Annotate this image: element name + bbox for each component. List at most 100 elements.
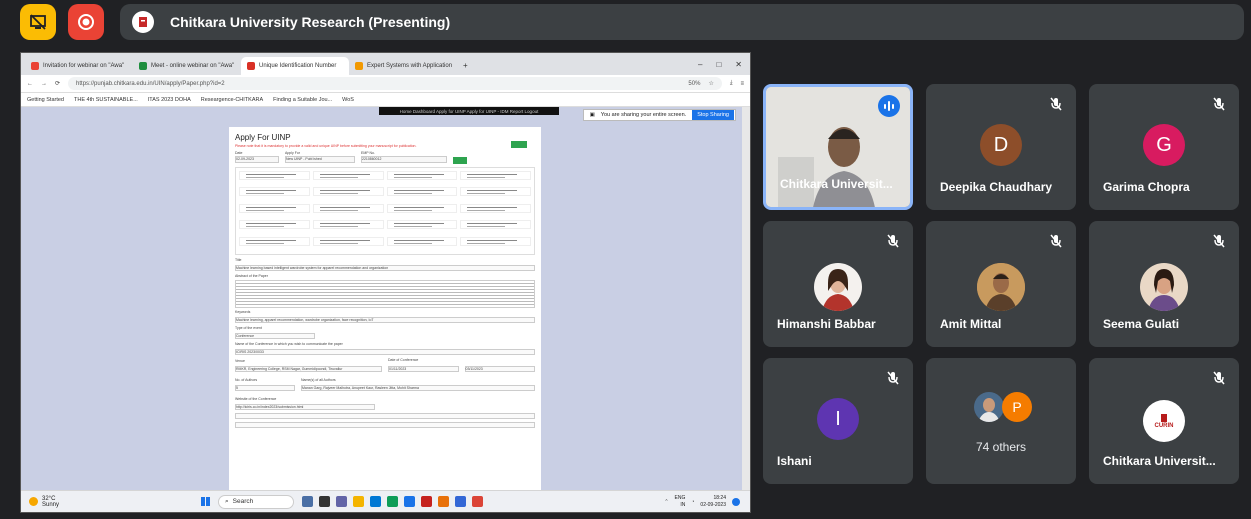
file-explorer-icon[interactable] xyxy=(353,496,364,507)
bookmarks-bar: Getting Started THE 4th SUSTAINABLE... I… xyxy=(21,93,750,107)
site-nav[interactable]: Home Dashboard Apply for UINP Apply for … xyxy=(379,107,559,115)
gmail-icon xyxy=(31,62,39,70)
authors-field[interactable]: 5 xyxy=(235,385,295,391)
participant-tile[interactable]: Chitkara Universit... xyxy=(763,84,913,210)
present-button[interactable] xyxy=(20,4,56,40)
date-label: Date xyxy=(235,151,243,155)
taskbar-search[interactable]: ⌕ Search xyxy=(218,494,294,509)
participant-tile[interactable]: I Ishani xyxy=(763,358,913,484)
screen-share-notice: ▣ You are sharing your entire screen. St… xyxy=(582,109,736,121)
chrome-icon[interactable] xyxy=(387,496,398,507)
page-scrollbar[interactable] xyxy=(742,107,750,490)
keywords-field[interactable]: Machine learning, apparel recommendation… xyxy=(235,317,535,323)
browser-tab-2[interactable]: Meet - online webinar on "Awa" xyxy=(133,57,241,75)
weather-widget[interactable]: 32°C Sunny xyxy=(21,496,201,508)
download-icon[interactable]: ⤓ xyxy=(730,80,733,87)
browser-tab-4[interactable]: Expert Systems with Application xyxy=(349,57,457,75)
title-field[interactable]: Machine learning based intelligent wardr… xyxy=(235,265,535,271)
participant-tile[interactable]: Himanshi Babbar xyxy=(763,221,913,347)
website-field[interactable]: http://iciris.co.in/index2023/submission… xyxy=(235,404,375,410)
venue-field[interactable]: RMKR, Engineering College, RSM Nagar, Gu… xyxy=(235,366,382,372)
menu-icon[interactable]: ≡ xyxy=(740,81,744,87)
minimize-icon[interactable]: – xyxy=(698,60,702,69)
widgets-icon[interactable] xyxy=(319,496,330,507)
bookmark-item[interactable]: Getting Started xyxy=(27,97,64,103)
language[interactable]: ENG xyxy=(675,495,686,502)
tray-overflow-icon[interactable]: ⌃ xyxy=(664,499,668,505)
search-icon: ⌕ xyxy=(225,497,229,505)
maximize-icon[interactable]: □ xyxy=(716,60,721,69)
close-icon[interactable]: ✕ xyxy=(735,60,742,69)
tab-label: Invitation for webinar on "Awa" xyxy=(43,63,125,69)
app-icon[interactable] xyxy=(472,496,483,507)
record-button[interactable] xyxy=(68,4,104,40)
conference-label: Name of the Conference in which you wish… xyxy=(235,342,343,346)
conference-field[interactable]: ICIRIS 2023/0033 xyxy=(235,349,535,355)
mic-off-icon xyxy=(1050,234,1062,248)
mic-off-icon xyxy=(1050,97,1062,111)
notification-icon[interactable] xyxy=(732,497,740,506)
browser-tab-3[interactable]: Unique Identification Number xyxy=(241,57,349,75)
participant-tile[interactable]: Seema Gulati xyxy=(1089,221,1239,347)
bookmark-item[interactable]: Researgence-CHITKARA xyxy=(201,97,263,103)
names-field[interactable]: Manan Garg, Rajveer Malhotra, Anupeet Ka… xyxy=(301,385,535,391)
mic-off-icon xyxy=(1213,234,1225,248)
apply-for-select[interactable]: New UINP - Publ ished xyxy=(285,156,355,163)
windows-start-icon[interactable] xyxy=(201,497,210,506)
url-text: https://punjab.chitkara.edu.in/UIN/apply… xyxy=(76,80,225,87)
form-field[interactable] xyxy=(235,422,535,428)
participant-name: Amit Mittal xyxy=(940,317,1002,331)
browser-tab-1[interactable]: Invitation for webinar on "Awa" xyxy=(25,57,133,75)
bookmark-item[interactable]: THE 4th SUSTAINABLE... xyxy=(74,97,138,103)
date-from-field[interactable]: 01/11/2023 xyxy=(388,366,459,372)
windows-taskbar: 32°C Sunny ⌕ Search ⌃ ENG IN ◔ 18:24 02-09-2… xyxy=(21,490,750,512)
avatar: G xyxy=(1143,124,1185,166)
event-select[interactable]: Conference xyxy=(235,333,315,339)
presenting-banner: Chitkara University Research (Presenting… xyxy=(120,4,1244,40)
stop-sharing-button[interactable]: Stop Sharing xyxy=(692,110,734,120)
acrobat-icon[interactable] xyxy=(421,496,432,507)
new-tab-icon[interactable]: + xyxy=(457,61,474,75)
participant-tile[interactable]: Amit Mittal xyxy=(926,221,1076,347)
go-button[interactable] xyxy=(511,141,527,148)
forward-icon[interactable]: → xyxy=(41,81,47,87)
participant-name: Chitkara Universit... xyxy=(780,177,893,191)
emp-field[interactable]: 2210860012 xyxy=(361,156,447,163)
uinp-form: Apply For UINP Please note that it is ma… xyxy=(229,127,541,490)
participant-name: Garima Chopra xyxy=(1103,180,1190,194)
others-count: 74 others xyxy=(975,440,1027,454)
store-icon[interactable] xyxy=(404,496,415,507)
form-field[interactable] xyxy=(235,413,535,419)
bookmark-item[interactable]: WoS xyxy=(342,97,354,103)
reload-icon[interactable]: ⟳ xyxy=(55,80,60,87)
shared-screen: Invitation for webinar on "Awa" Meet - o… xyxy=(20,52,751,513)
avatar xyxy=(1140,263,1188,311)
bookmark-item[interactable]: Finding a Suitable Jou... xyxy=(273,97,332,103)
participant-tile[interactable]: G Garima Chopra xyxy=(1089,84,1239,210)
firefox-icon[interactable] xyxy=(438,496,449,507)
abstract-textarea[interactable] xyxy=(235,280,535,308)
wifi-icon[interactable]: ◔ xyxy=(691,499,694,505)
submit-emp-button[interactable] xyxy=(453,157,467,164)
teams-icon[interactable] xyxy=(336,496,347,507)
web-page-area: Home Dashboard Apply for UINP Apply for … xyxy=(21,107,750,490)
clock-time[interactable]: 18:24 xyxy=(700,495,726,502)
system-tray: ⌃ ENG IN ◔ 18:24 02-09-2023 xyxy=(664,495,750,509)
task-view-icon[interactable] xyxy=(302,496,313,507)
participant-name: Chitkara Universit... xyxy=(1103,454,1216,468)
mic-off-icon xyxy=(1213,97,1225,111)
app-icon[interactable] xyxy=(455,496,466,507)
others-tile[interactable]: P 74 others xyxy=(926,358,1076,484)
date-to-field[interactable]: 03/11/2023 xyxy=(464,366,535,372)
star-icon[interactable]: ☆ xyxy=(708,80,713,87)
participant-tile[interactable]: D Deepika Chaudhary xyxy=(926,84,1076,210)
record-icon xyxy=(78,14,94,30)
nature-of-publication-grid[interactable] xyxy=(235,167,535,255)
browser-tab-bar: Invitation for webinar on "Awa" Meet - o… xyxy=(21,53,750,75)
participant-tile[interactable]: CURIN Chitkara Universit... xyxy=(1089,358,1239,484)
bookmark-item[interactable]: ITAS 2023 DOHA xyxy=(148,97,191,103)
edge-icon[interactable] xyxy=(370,496,381,507)
url-input[interactable]: https://punjab.chitkara.edu.in/UIN/apply… xyxy=(68,77,722,90)
back-icon[interactable]: ← xyxy=(27,81,33,87)
date-field[interactable]: 02-09-2023 xyxy=(235,156,279,163)
